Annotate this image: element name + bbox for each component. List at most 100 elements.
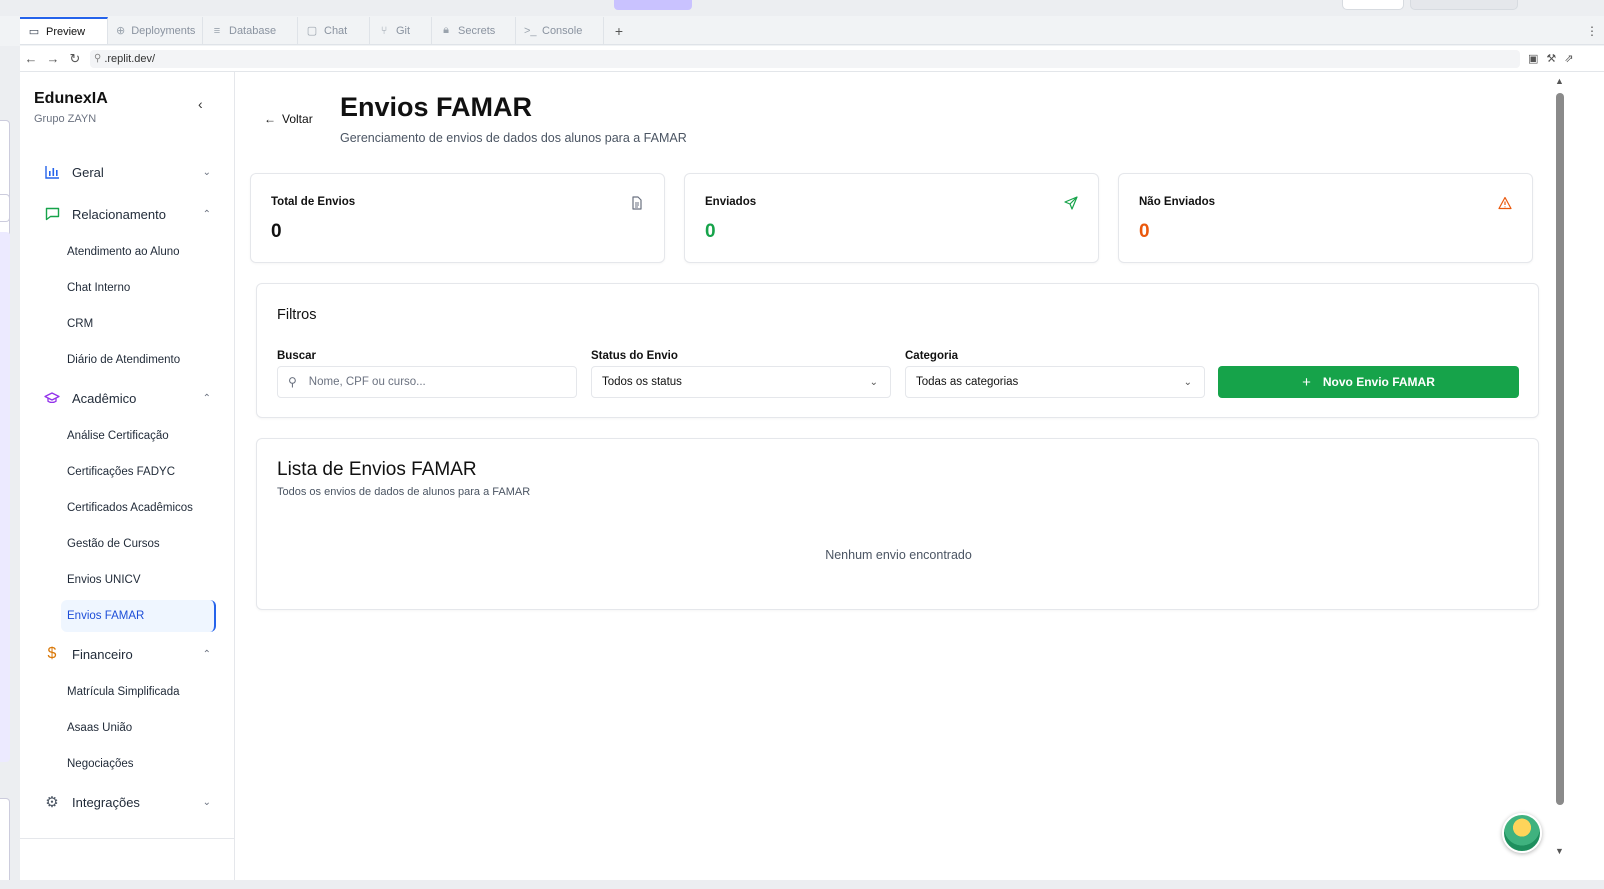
wrench-icon[interactable]: ⚒	[1546, 52, 1556, 65]
reload-icon[interactable]: ↻	[64, 51, 86, 67]
filters-card: Filtros Buscar ⚲ Nome, CPF ou curso... S…	[256, 283, 1539, 418]
sidebar-group-integracoes[interactable]: ⚙ Integrações ⌄	[20, 782, 235, 822]
arrow-left-icon: ←	[264, 112, 276, 126]
monitor-icon: ▭	[28, 26, 40, 38]
back-arrow-icon[interactable]: ←	[20, 51, 42, 66]
tab-label: Preview	[46, 25, 86, 38]
app-viewport: EdunexIA Grupo ZAYN ‹ Geral ⌄ Relacionam…	[20, 72, 1604, 880]
sidebar-group-relacionamento[interactable]: Relacionamento ⌃	[20, 194, 235, 234]
back-button[interactable]: ← Voltar	[264, 112, 313, 126]
sidebar-item-analise-certificacao[interactable]: Análise Certificação	[20, 418, 235, 454]
lock-icon: 🔒︎	[443, 24, 449, 36]
sidebar-item-envios-unicv[interactable]: Envios UNICV	[20, 562, 235, 598]
url-text: .replit.dev/	[104, 52, 156, 65]
category-select[interactable]: Todas as categorias ⌄	[905, 366, 1205, 398]
scrollbar-thumb[interactable]	[1556, 93, 1564, 805]
sidebar-item-chat-interno[interactable]: Chat Interno	[20, 270, 235, 306]
sidebar-group-label: Relacionamento	[72, 206, 166, 222]
search-input[interactable]: ⚲ Nome, CPF ou curso...	[277, 366, 577, 398]
stat-value: 0	[271, 221, 282, 242]
tab-label: Chat	[324, 24, 348, 37]
assistant-avatar-button[interactable]	[1502, 813, 1542, 853]
chart-bar-icon	[44, 164, 60, 180]
sidebar-item-certificados-academicos[interactable]: Certificados Acadêmicos	[20, 490, 235, 526]
chevron-down-icon: ⌄	[1183, 376, 1192, 388]
tab-label: Console	[542, 24, 583, 37]
stat-card-total: Total de Envios 0	[250, 173, 665, 263]
message-square-icon	[44, 206, 60, 222]
category-label: Categoria	[905, 350, 959, 362]
new-envio-button[interactable]: + Novo Envio FAMAR	[1218, 366, 1519, 398]
tab-console[interactable]: >_ Console	[516, 17, 604, 44]
envios-list-card: Lista de Envios FAMAR Todos os envios de…	[256, 438, 1539, 610]
chat-icon: ▢	[306, 25, 318, 37]
stat-card-enviados: Enviados 0	[684, 173, 1099, 263]
brand-title: EdunexIA	[34, 90, 108, 107]
list-title: Lista de Envios FAMAR	[277, 459, 477, 480]
invite-pill[interactable]	[1342, 0, 1404, 10]
chevron-down-icon: ⌄	[202, 166, 211, 178]
main-content: ← Voltar Envios FAMAR Gerenciamento de e…	[236, 72, 1556, 880]
sidebar-item-diario[interactable]: Diário de Atendimento	[20, 342, 235, 378]
brand-subtitle: Grupo ZAYN	[34, 113, 97, 125]
ide-left-gutter	[0, 46, 20, 889]
plus-icon: +	[1302, 373, 1311, 391]
sidebar-item-atendimento[interactable]: Atendimento ao Aluno	[20, 234, 235, 270]
add-tab-button[interactable]: +	[604, 17, 634, 44]
tab-secrets[interactable]: 🔒︎ Secrets	[432, 17, 516, 44]
send-icon	[1064, 196, 1078, 210]
deploy-pill[interactable]	[1410, 0, 1518, 10]
sidebar: EdunexIA Grupo ZAYN ‹ Geral ⌄ Relacionam…	[20, 72, 235, 880]
tab-deployments[interactable]: ⊕ Deployments	[108, 17, 203, 44]
sidebar-group-financeiro[interactable]: $ Financeiro ⌃	[20, 634, 235, 674]
tab-database[interactable]: ≡ Database	[203, 17, 298, 44]
tab-chat[interactable]: ▢ Chat	[298, 17, 370, 44]
category-value: Todas as categorias	[916, 376, 1019, 388]
scroll-down-icon[interactable]: ▼	[1555, 846, 1564, 856]
ide-top-strip	[0, 0, 1604, 16]
gutter-panel[interactable]	[0, 798, 10, 888]
page-title: Envios FAMAR	[340, 92, 533, 122]
gutter-panel[interactable]	[0, 194, 10, 222]
collapse-sidebar-icon[interactable]: ‹	[198, 96, 203, 112]
status-value: Todos os status	[602, 376, 682, 388]
external-link-icon[interactable]: ⇗	[1564, 52, 1573, 65]
tab-label: Deployments	[131, 24, 196, 37]
stat-card-nao-enviados: Não Enviados 0	[1118, 173, 1533, 263]
tab-preview[interactable]: ▭ Preview	[20, 17, 108, 44]
url-field[interactable]: ⚲ .replit.dev/	[90, 49, 1520, 68]
sidebar-group-academico[interactable]: Acadêmico ⌃	[20, 378, 235, 418]
status-select[interactable]: Todos os status ⌄	[591, 366, 891, 398]
sidebar-item-negociacoes[interactable]: Negociações	[20, 746, 235, 782]
graduation-cap-icon	[44, 390, 60, 406]
sidebar-group-label: Acadêmico	[72, 390, 137, 406]
forward-arrow-icon[interactable]: →	[42, 51, 64, 66]
empty-state: Nenhum envio encontrado	[825, 548, 972, 562]
brand: EdunexIA Grupo ZAYN	[34, 90, 108, 125]
sidebar-item-asaas[interactable]: Asaas União	[20, 710, 235, 746]
sidebar-item-crm[interactable]: CRM	[20, 306, 235, 342]
link-icon: ⚲	[94, 53, 102, 64]
url-bar: ← → ↻ ⚲ .replit.dev/ ▣ ⚒ ⇗	[20, 46, 1604, 72]
sidebar-group-label: Geral	[72, 164, 104, 180]
list-subtitle: Todos os envios de dados de alunos para …	[277, 486, 531, 498]
alert-triangle-icon	[1498, 196, 1512, 210]
scroll-up-icon[interactable]: ▲	[1555, 76, 1564, 86]
sidebar-item-envios-famar[interactable]: Envios FAMAR	[61, 600, 216, 632]
status-label: Status do Envio	[591, 350, 678, 362]
sidebar-item-certificacoes-fadyc[interactable]: Certificações FADYC	[20, 454, 235, 490]
tab-git[interactable]: ⑂ Git	[370, 17, 432, 44]
chevron-up-icon: ⌃	[202, 648, 211, 660]
sidebar-item-gestao-cursos[interactable]: Gestão de Cursos	[20, 526, 235, 562]
new-envio-label: Novo Envio FAMAR	[1322, 375, 1435, 389]
devices-icon[interactable]: ▣	[1528, 52, 1538, 65]
sidebar-group-geral[interactable]: Geral ⌄	[20, 152, 235, 192]
sidebar-divider	[20, 838, 235, 839]
more-options-icon[interactable]: ⋮	[1580, 17, 1604, 44]
run-status-pill[interactable]	[614, 0, 692, 10]
sidebar-item-matricula[interactable]: Matrícula Simplificada	[20, 674, 235, 710]
gear-icon: ⚙	[45, 794, 59, 811]
gutter-panel-active[interactable]	[0, 232, 10, 762]
sidebar-group-label: Financeiro	[72, 646, 133, 662]
filters-title: Filtros	[277, 307, 317, 323]
